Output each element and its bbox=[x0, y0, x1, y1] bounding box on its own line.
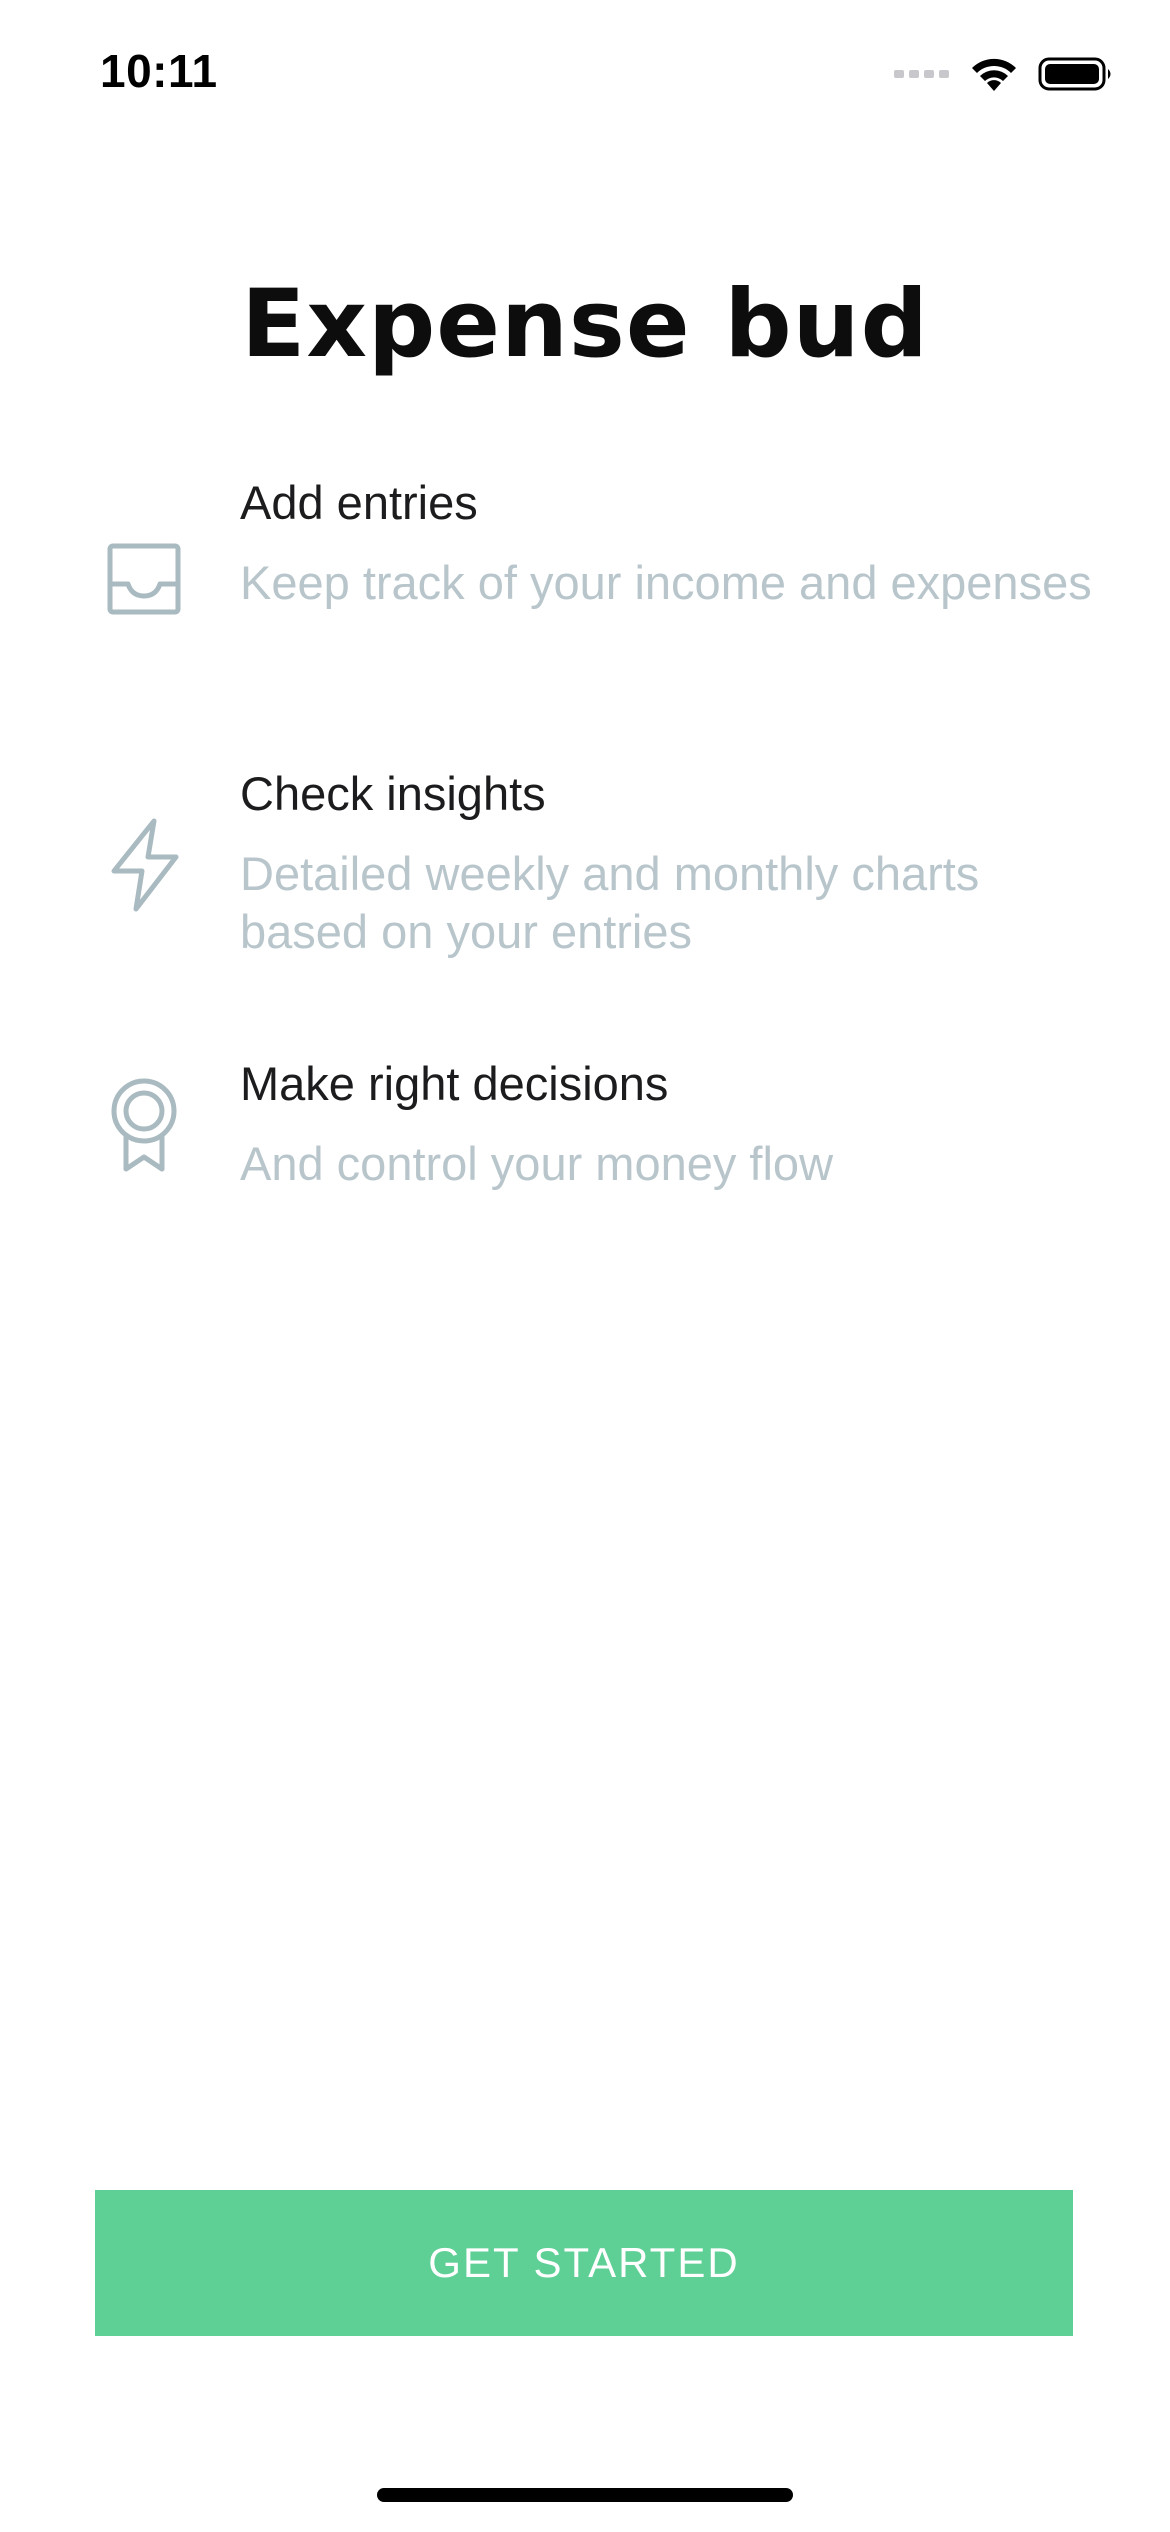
feature-description: Detailed weekly and monthly charts based… bbox=[240, 847, 980, 958]
battery-icon bbox=[1038, 57, 1111, 91]
feature-description: And control your money flow bbox=[240, 1137, 834, 1190]
status-icons bbox=[894, 52, 1114, 96]
feature-title: Make right decisions bbox=[240, 1057, 669, 1110]
get-started-button[interactable]: GET STARTED bbox=[95, 2190, 1073, 2336]
feature-text: Make right decisions And control your mo… bbox=[240, 1055, 1100, 1193]
award-ribbon-icon bbox=[111, 1078, 177, 1172]
home-indicator[interactable] bbox=[377, 2488, 793, 2502]
status-bar: 10:11 bbox=[0, 0, 1170, 150]
feature-title: Add entries bbox=[240, 476, 478, 529]
lightning-bolt-icon bbox=[111, 818, 179, 912]
status-time: 10:11 bbox=[100, 45, 218, 97]
onboarding-screen: 10:11 Expense bud Add entries Keep track… bbox=[0, 0, 1170, 2532]
signal-icon bbox=[894, 70, 949, 78]
feature-title: Check insights bbox=[240, 767, 546, 820]
app-title: Expense bud bbox=[241, 270, 929, 379]
feature-description: Keep track of your income and expenses bbox=[240, 556, 1092, 609]
inbox-tray-icon bbox=[107, 543, 181, 615]
wifi-icon bbox=[972, 58, 1016, 91]
feature-text: Add entries Keep track of your income an… bbox=[240, 474, 1100, 612]
feature-text: Check insights Detailed weekly and month… bbox=[240, 765, 1100, 961]
